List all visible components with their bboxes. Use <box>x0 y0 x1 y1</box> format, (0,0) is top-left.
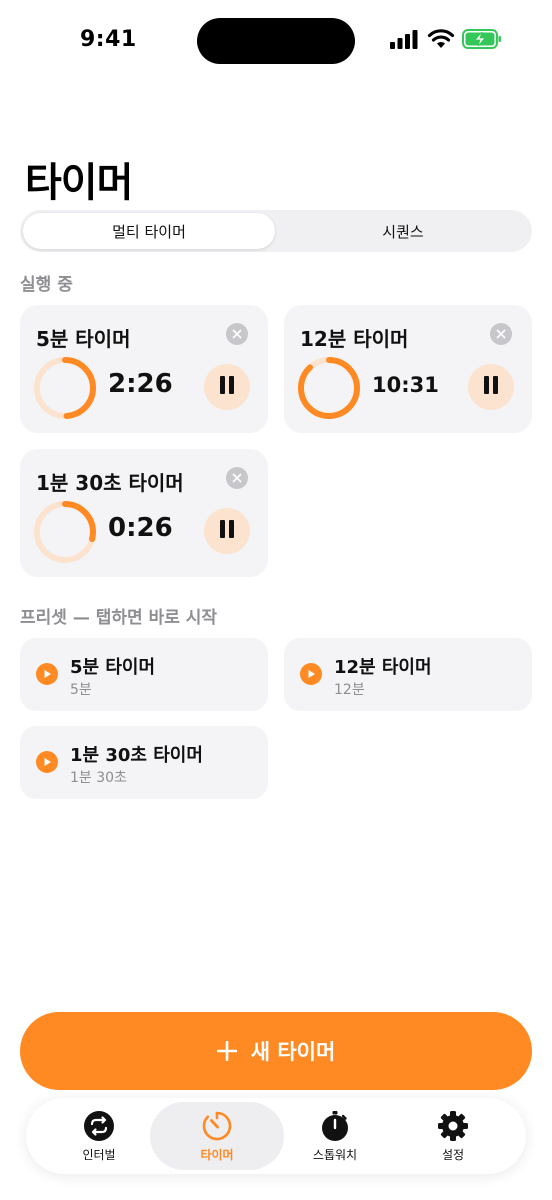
wifi-icon <box>427 29 455 48</box>
battery-charging-icon <box>462 29 501 49</box>
status-time: 9:41 <box>80 27 137 52</box>
running-timer-title: 1분 30초 타이머 <box>36 471 184 495</box>
tab-label: 인터벌 <box>82 1147 116 1162</box>
mode-segmented-control: 멀티 타이머 시퀀스 <box>20 210 532 252</box>
tab-settings[interactable]: 설정 <box>386 1102 520 1170</box>
gear-icon <box>438 1110 468 1141</box>
progress-ring <box>298 357 360 419</box>
play-icon <box>300 663 322 685</box>
tab-timer[interactable]: 타이머 <box>150 1102 284 1170</box>
running-timer-card[interactable]: 5분 타이머 2:26 <box>20 305 268 433</box>
preset-card[interactable]: 1분 30초 타이머 1분 30초 <box>20 726 268 799</box>
preset-title: 12분 타이머 <box>334 657 432 678</box>
running-timer-card[interactable]: 1분 30초 타이머 0:26 <box>20 449 268 577</box>
remove-timer-button[interactable] <box>490 323 512 345</box>
tab-bar: 인터벌 타이머 스톱워치 설정 <box>26 1098 526 1174</box>
segment-sequence[interactable]: 시퀀스 <box>277 213 529 249</box>
page-title: 타이머 <box>25 160 133 206</box>
preset-title: 1분 30초 타이머 <box>70 745 203 766</box>
running-timer-card[interactable]: 12분 타이머 10:31 <box>284 305 532 433</box>
segment-multi-timer[interactable]: 멀티 타이머 <box>23 213 275 249</box>
cellular-signal-icon <box>390 30 418 49</box>
preset-duration: 1분 30초 <box>70 770 127 786</box>
preset-card[interactable]: 12분 타이머 12분 <box>284 638 532 711</box>
stopwatch-icon <box>322 1110 348 1141</box>
pause-icon <box>482 376 500 398</box>
running-section-label: 실행 중 <box>20 275 73 295</box>
close-icon <box>232 473 242 483</box>
play-icon <box>36 663 58 685</box>
remove-timer-button[interactable] <box>226 323 248 345</box>
tab-interval[interactable]: 인터벌 <box>32 1102 166 1170</box>
tab-stopwatch[interactable]: 스톱워치 <box>268 1102 402 1170</box>
remove-timer-button[interactable] <box>226 467 248 489</box>
repeat-icon <box>84 1110 114 1141</box>
preset-duration: 12분 <box>334 682 365 698</box>
timer-icon <box>202 1111 232 1140</box>
preset-duration: 5분 <box>70 682 92 698</box>
new-timer-label: 새 타이머 <box>250 1040 336 1064</box>
progress-ring <box>34 357 96 419</box>
status-bar: 9:41 <box>0 0 552 84</box>
remaining-time: 0:26 <box>108 513 173 543</box>
status-icons <box>390 28 510 52</box>
close-icon <box>232 329 242 339</box>
preset-title: 5분 타이머 <box>70 657 156 678</box>
progress-ring <box>34 501 96 563</box>
pause-button[interactable] <box>204 508 250 554</box>
plus-icon <box>216 1041 237 1061</box>
close-icon <box>496 329 506 339</box>
pause-icon <box>218 520 236 542</box>
preset-card[interactable]: 5분 타이머 5분 <box>20 638 268 711</box>
pause-button[interactable] <box>204 364 250 410</box>
presets-section-label: 프리셋 — 탭하면 바로 시작 <box>20 608 218 628</box>
play-icon <box>36 751 58 773</box>
running-timer-title: 5분 타이머 <box>36 327 131 351</box>
new-timer-button[interactable]: 새 타이머 <box>20 1012 532 1090</box>
running-timer-title: 12분 타이머 <box>300 327 409 351</box>
pause-button[interactable] <box>468 364 514 410</box>
pause-icon <box>218 376 236 398</box>
tab-label: 설정 <box>441 1147 465 1162</box>
remaining-time: 2:26 <box>108 369 173 399</box>
tab-label: 타이머 <box>200 1147 234 1162</box>
tab-label: 스톱워치 <box>312 1147 358 1162</box>
dynamic-island <box>197 18 355 64</box>
remaining-time: 10:31 <box>372 373 439 397</box>
